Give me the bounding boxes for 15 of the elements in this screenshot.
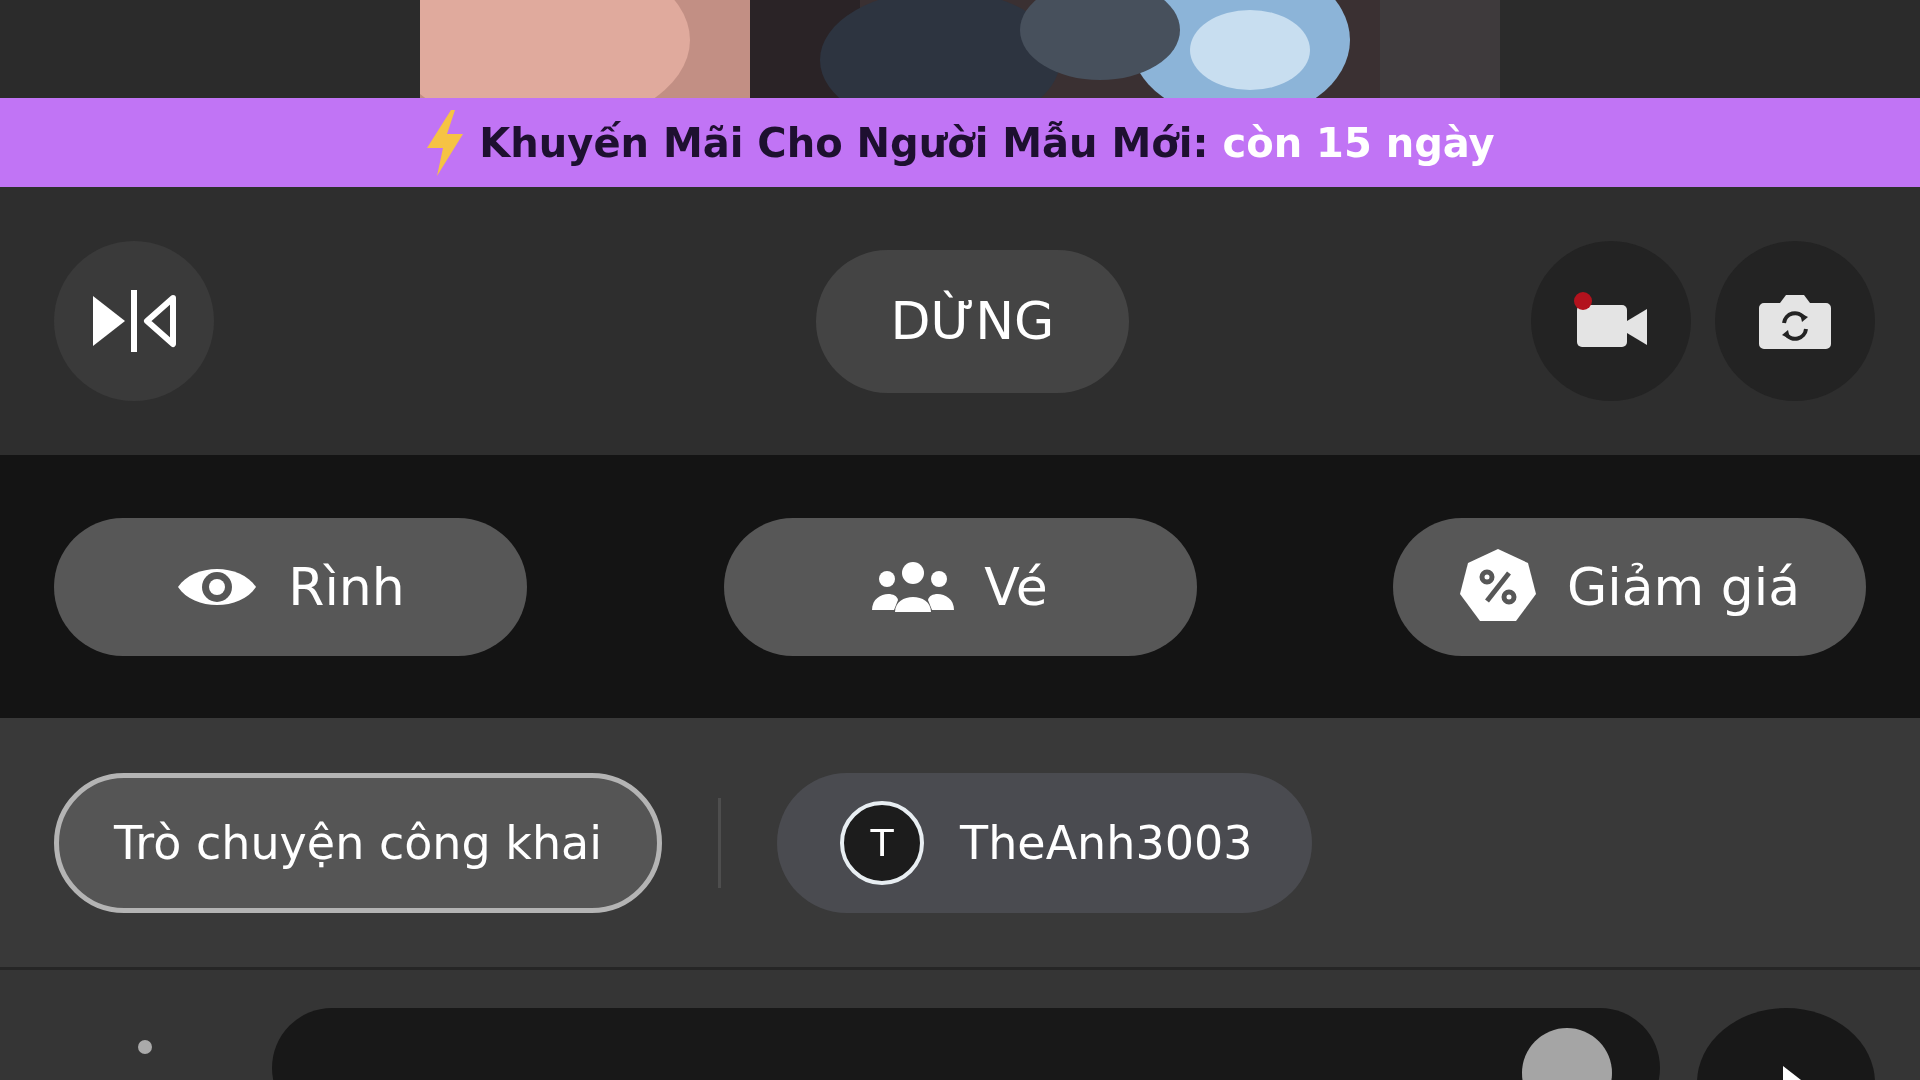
user-avatar: T — [840, 800, 925, 885]
discount-button[interactable]: Giảm giá — [1393, 517, 1866, 656]
lightning-icon — [425, 109, 466, 176]
menu-dot-icon[interactable] — [138, 1040, 152, 1054]
people-icon — [872, 559, 955, 614]
flip-icon — [91, 290, 177, 352]
stop-button[interactable]: DỪNG — [816, 249, 1129, 393]
chat-tab[interactable]: Trò chuyện công khai — [54, 772, 663, 913]
camera-switch-icon — [1758, 293, 1832, 349]
spy-button[interactable]: Rình — [54, 517, 527, 656]
chat-tab[interactable]: T TheAnh3003 — [777, 772, 1313, 913]
promo-countdown: còn 15 ngày — [1222, 119, 1495, 166]
promo-text: Khuyến Mãi Cho Người Mẫu Mới: — [479, 119, 1209, 166]
send-icon — [1781, 1066, 1801, 1080]
ticket-button[interactable]: Vé — [723, 517, 1197, 656]
